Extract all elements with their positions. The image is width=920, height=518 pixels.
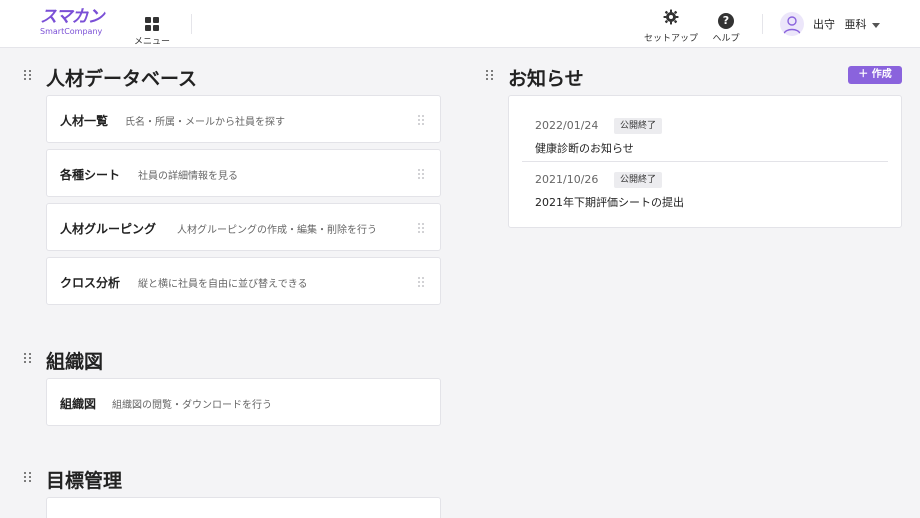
news-item[interactable]: 2022/01/24 公開終了 健康診断のお知らせ <box>522 118 888 159</box>
setup-button[interactable]: セットアップ <box>644 9 698 44</box>
grid-icon <box>145 17 159 31</box>
setup-label: セットアップ <box>644 34 699 44</box>
top-header: スマカン SmartCompany メニュー セットアップ ? ヘルプ 出守 亜… <box>0 0 920 48</box>
menu-button[interactable]: メニュー <box>132 8 172 47</box>
section-title-org-chart: 組織図 <box>46 351 104 373</box>
card-description: 縦と横に社員を自由に並び替えできる <box>138 279 308 290</box>
user-avatar[interactable] <box>780 12 804 36</box>
section-drag-handle-icon[interactable] <box>24 472 31 482</box>
card-title: 人材グルーピング <box>60 222 157 236</box>
logo-text: スマカン <box>40 7 104 27</box>
card-title: 各種シート <box>60 168 121 182</box>
card-org-chart[interactable]: 組織図 組織図の閲覧・ダウンロードを行う <box>46 378 441 426</box>
card-talent-grouping[interactable]: 人材グルーピング 人材グルーピングの作成・編集・削除を行う <box>46 203 441 251</box>
card-cross-analysis[interactable]: クロス分析 縦と横に社員を自由に並び替えできる <box>46 257 441 305</box>
user-menu[interactable]: 出守 亜科 <box>813 16 880 32</box>
user-icon <box>783 16 801 35</box>
card-description: 社員の詳細情報を見る <box>138 171 238 182</box>
status-badge: 公開終了 <box>614 172 663 188</box>
card-drag-handle-icon[interactable] <box>418 223 424 233</box>
news-item-title: 健康診断のお知らせ <box>535 142 634 155</box>
help-label: ヘルプ <box>712 34 740 44</box>
app-logo[interactable]: スマカン SmartCompany <box>40 8 104 37</box>
card-title: クロス分析 <box>60 276 121 290</box>
card-title: 組織図 <box>60 397 97 411</box>
news-title: お知らせ <box>508 68 584 90</box>
card-title: 人材一覧 <box>60 114 109 128</box>
news-panel: 2022/01/24 公開終了 健康診断のお知らせ 2021/10/26 公開終… <box>508 95 902 228</box>
news-date: 2022/01/24 <box>535 119 599 132</box>
card-drag-handle-icon[interactable] <box>418 115 424 125</box>
news-drag-handle-icon[interactable] <box>486 70 493 80</box>
user-name-second: 亜科 <box>844 18 867 31</box>
card-description: 氏名・所属・メールから社員を探す <box>125 117 285 128</box>
menu-label: メニュー <box>133 37 170 47</box>
card-description: 組織図の閲覧・ダウンロードを行う <box>112 400 272 411</box>
header-divider-right <box>762 14 763 34</box>
card-talent-list[interactable]: 人材一覧 氏名・所属・メールから社員を探す <box>46 95 441 143</box>
news-date: 2021/10/26 <box>535 173 599 186</box>
create-news-button[interactable]: ＋ 作成 <box>848 66 902 84</box>
user-name-first: 出守 <box>813 18 835 31</box>
logo-subtext: SmartCompany <box>40 27 103 36</box>
card-goals-partial[interactable] <box>46 497 441 518</box>
section-drag-handle-icon[interactable] <box>24 353 31 363</box>
help-button[interactable]: ? ヘルプ <box>708 9 744 44</box>
section-title-goals: 目標管理 <box>46 470 123 492</box>
section-title-talent-db: 人材データベース <box>46 68 198 90</box>
section-drag-handle-icon[interactable] <box>24 70 31 80</box>
header-divider <box>191 14 192 34</box>
news-item[interactable]: 2021/10/26 公開終了 2021年下期評価シートの提出 <box>522 172 888 213</box>
help-icon: ? <box>718 13 734 29</box>
card-various-sheets[interactable]: 各種シート 社員の詳細情報を見る <box>46 149 441 197</box>
news-divider <box>522 161 888 162</box>
gear-icon <box>663 9 679 25</box>
chevron-down-icon <box>872 22 880 28</box>
news-item-title: 2021年下期評価シートの提出 <box>535 196 684 209</box>
status-badge: 公開終了 <box>614 118 663 134</box>
card-drag-handle-icon[interactable] <box>418 169 424 179</box>
card-description: 人材グルーピングの作成・編集・削除を行う <box>177 225 377 236</box>
card-drag-handle-icon[interactable] <box>418 277 424 287</box>
